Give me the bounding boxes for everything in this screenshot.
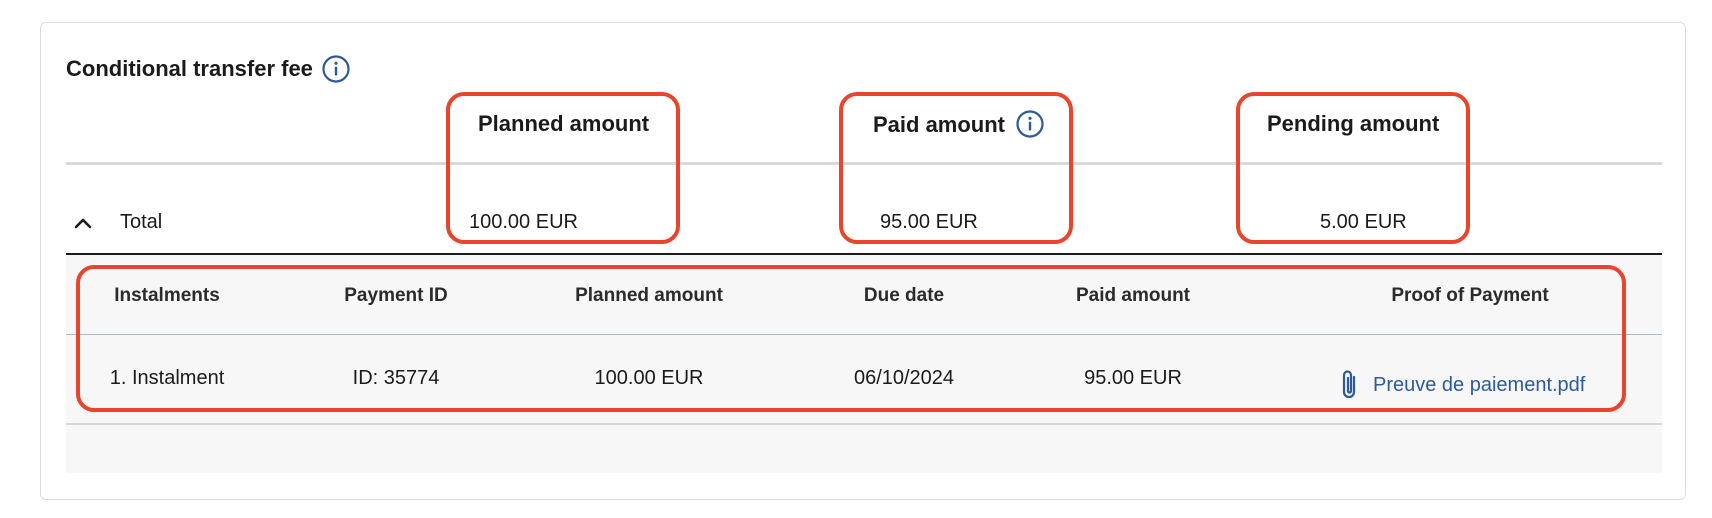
highlight-pending-amount — [1236, 92, 1470, 244]
section-title-text: Conditional transfer fee — [66, 56, 313, 81]
highlight-instalments — [76, 265, 1626, 412]
info-icon[interactable] — [321, 54, 351, 84]
section-title: Conditional transfer fee — [66, 54, 351, 84]
chevron-up-icon[interactable] — [72, 212, 94, 234]
highlight-paid-amount — [839, 92, 1073, 244]
total-label: Total — [120, 211, 163, 233]
instalments-bottom-divider — [66, 423, 1662, 425]
highlight-planned-amount — [446, 92, 680, 244]
